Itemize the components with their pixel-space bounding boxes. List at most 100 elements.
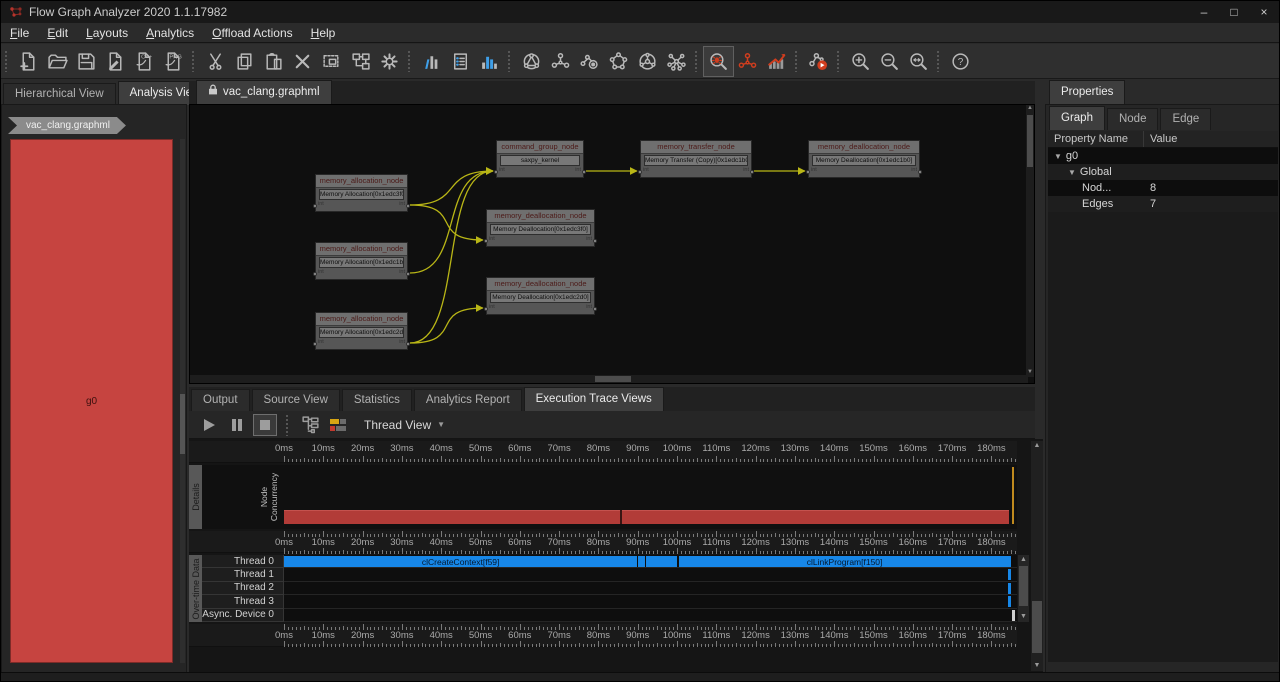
report-icon[interactable] xyxy=(446,47,475,76)
graph-spanning-icon[interactable] xyxy=(546,47,575,76)
trace-event-bar[interactable] xyxy=(646,556,677,567)
output-port[interactable] xyxy=(593,239,597,243)
breadcrumb[interactable]: vac_clang.graphml xyxy=(8,117,126,134)
tab-source-view[interactable]: Source View xyxy=(252,389,340,411)
pause-button[interactable] xyxy=(225,414,249,436)
copy-icon[interactable] xyxy=(230,47,259,76)
trace-event-bar[interactable] xyxy=(638,556,645,567)
graph-circular-icon[interactable] xyxy=(633,47,662,76)
tab-output[interactable]: Output xyxy=(191,389,250,411)
graph-node-memory_allocation_node[interactable]: memory_allocation_nodeMemory Allocation[… xyxy=(315,242,408,280)
export-cpp-icon[interactable]: C++ xyxy=(130,47,159,76)
output-port[interactable] xyxy=(593,307,597,311)
stack-view-icon[interactable] xyxy=(298,414,322,436)
input-port[interactable] xyxy=(806,170,810,174)
zoom-out-icon[interactable] xyxy=(875,47,904,76)
output-port[interactable] xyxy=(406,272,410,276)
trace-event-bar[interactable] xyxy=(1008,569,1011,580)
properties-tab-node[interactable]: Node xyxy=(1107,108,1159,130)
time-cursor[interactable] xyxy=(1012,467,1014,524)
graph-thumbnail[interactable]: g0 xyxy=(10,139,173,663)
menu-analytics[interactable]: Analytics xyxy=(137,23,203,43)
timeline-legend-icon[interactable] xyxy=(326,414,350,436)
export-png-icon[interactable]: PNG xyxy=(159,47,188,76)
help-icon[interactable]: ? xyxy=(946,47,975,76)
close-button[interactable]: × xyxy=(1249,1,1279,23)
tab-vac-clang-graphml[interactable]: vac_clang.graphml xyxy=(196,80,332,104)
trace-event-bar[interactable] xyxy=(1008,596,1011,607)
input-port[interactable] xyxy=(638,170,642,174)
open-file-icon[interactable] xyxy=(43,47,72,76)
cut-icon[interactable] xyxy=(201,47,230,76)
graph-node-memory_deallocation_node[interactable]: memory_deallocation_nodeMemory Deallocat… xyxy=(486,209,595,247)
menu-layouts[interactable]: Layouts xyxy=(77,23,137,43)
select-group-icon[interactable] xyxy=(317,47,346,76)
tab-statistics[interactable]: Statistics xyxy=(342,389,412,411)
expand-subgraph-icon[interactable] xyxy=(346,47,375,76)
input-port[interactable] xyxy=(494,170,498,174)
trace-event-bar[interactable] xyxy=(1008,583,1011,594)
graph-node-memory_allocation_node[interactable]: memory_allocation_nodeMemory Allocation[… xyxy=(315,174,408,212)
graph-node-memory_deallocation_node[interactable]: memory_deallocation_nodeMemory Deallocat… xyxy=(486,277,595,315)
property-row-global[interactable]: ▼Global xyxy=(1048,164,1278,180)
minimize-button[interactable]: – xyxy=(1189,1,1219,23)
output-port[interactable] xyxy=(406,342,410,346)
output-port[interactable] xyxy=(582,170,586,174)
tab-analytics-report[interactable]: Analytics Report xyxy=(414,389,522,411)
graph-target-icon[interactable] xyxy=(575,47,604,76)
save-file-icon[interactable] xyxy=(72,47,101,76)
graph-node-command_group_node[interactable]: command_group_nodesaxpy_kernelintint xyxy=(496,140,584,178)
input-port[interactable] xyxy=(484,307,488,311)
maximize-button[interactable]: □ xyxy=(1219,1,1249,23)
paste-icon[interactable] xyxy=(259,47,288,76)
expander-icon[interactable]: ▼ xyxy=(1068,168,1076,177)
trace-event-bar[interactable] xyxy=(1012,610,1014,621)
run-graph-icon[interactable] xyxy=(804,47,833,76)
trace-panel-scrollbar[interactable]: ▲▼ xyxy=(1031,441,1043,671)
thread-area-scrollbar[interactable]: ▲▼ xyxy=(1018,555,1029,622)
trend-chart-icon[interactable] xyxy=(762,47,791,76)
tab-execution-trace-views[interactable]: Execution Trace Views xyxy=(524,387,664,411)
menu-edit[interactable]: Edit xyxy=(38,23,77,43)
expander-icon[interactable]: ▼ xyxy=(1054,152,1062,161)
zoom-fit-icon[interactable] xyxy=(904,47,933,76)
properties-tab-edge[interactable]: Edge xyxy=(1160,108,1211,130)
tab-hierarchical-view[interactable]: Hierarchical View xyxy=(3,83,116,105)
graph-cycle-icon[interactable] xyxy=(604,47,633,76)
statistics-icon[interactable] xyxy=(417,47,446,76)
edit-file-icon[interactable] xyxy=(101,47,130,76)
menu-help[interactable]: Help xyxy=(302,23,345,43)
output-port[interactable] xyxy=(750,170,754,174)
menu-offload-actions[interactable]: Offload Actions xyxy=(203,23,302,43)
property-row-edges[interactable]: Edges7 xyxy=(1048,196,1278,212)
histogram-icon[interactable] xyxy=(475,47,504,76)
preferences-icon[interactable] xyxy=(375,47,404,76)
menu-file[interactable]: File xyxy=(1,23,38,43)
tab-properties[interactable]: Properties xyxy=(1049,80,1125,104)
stop-button[interactable] xyxy=(253,414,277,436)
canvas-vertical-scrollbar[interactable]: ▲▼ xyxy=(1026,105,1034,377)
view-mode-dropdown[interactable]: Thread View xyxy=(364,418,431,432)
zoom-in-icon[interactable] xyxy=(846,47,875,76)
output-port[interactable] xyxy=(406,204,410,208)
play-button[interactable] xyxy=(197,414,221,436)
critical-path-icon[interactable] xyxy=(733,47,762,76)
property-row-nod-[interactable]: Nod...8 xyxy=(1048,180,1278,196)
trace-event-bar[interactable]: clLinkProgram[f150] xyxy=(679,556,1011,567)
output-port[interactable] xyxy=(918,170,922,174)
find-critical-bug-icon[interactable] xyxy=(704,47,733,76)
property-row-g0[interactable]: ▼g0 xyxy=(1048,148,1278,164)
input-port[interactable] xyxy=(313,272,317,276)
new-file-icon[interactable] xyxy=(14,47,43,76)
graph-node-memory_allocation_node[interactable]: memory_allocation_nodeMemory Allocation[… xyxy=(315,312,408,350)
graph-node-memory_deallocation_node[interactable]: memory_deallocation_nodeMemory Deallocat… xyxy=(808,140,920,178)
canvas-horizontal-scrollbar[interactable] xyxy=(190,375,1028,383)
graph-node-memory_transfer_node[interactable]: memory_transfer_nodeMemory Transfer (Cop… xyxy=(640,140,752,178)
graph-globe-icon[interactable] xyxy=(517,47,546,76)
graph-force-icon[interactable] xyxy=(662,47,691,76)
delete-icon[interactable] xyxy=(288,47,317,76)
properties-tab-graph[interactable]: Graph xyxy=(1049,106,1105,130)
left-panel-scrollbar[interactable] xyxy=(180,139,185,663)
graph-canvas[interactable]: ▲▼ memory_allocation_nodeMemory Allocati… xyxy=(189,104,1035,384)
input-port[interactable] xyxy=(313,342,317,346)
